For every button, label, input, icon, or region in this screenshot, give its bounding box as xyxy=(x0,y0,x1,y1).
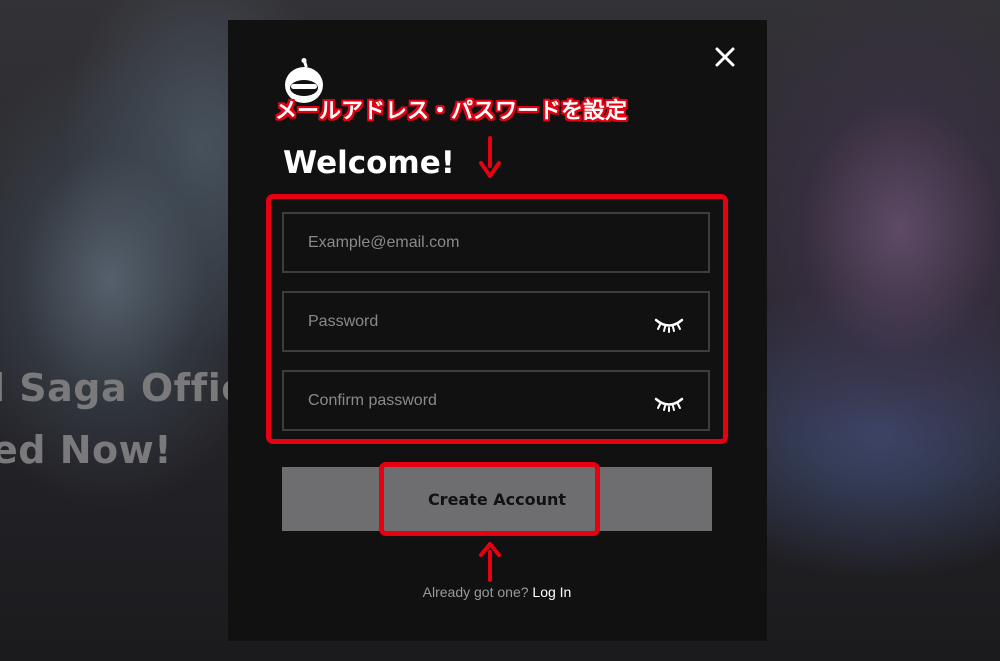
annotation-label: メールアドレス・パスワードを設定 xyxy=(275,99,628,124)
login-link[interactable]: Log In xyxy=(532,584,571,600)
login-prompt-text: Already got one? xyxy=(422,584,529,600)
annotation-arrow-up xyxy=(479,542,501,582)
annotation-box-button xyxy=(379,462,600,536)
annotation-box-fields xyxy=(266,194,728,444)
background-subline: ed Now! xyxy=(0,428,173,472)
close-icon[interactable] xyxy=(713,45,737,69)
login-prompt-line: Already got one? Log In xyxy=(282,584,712,600)
page-title: Welcome! xyxy=(283,145,455,181)
annotation-arrow-down xyxy=(479,136,501,178)
